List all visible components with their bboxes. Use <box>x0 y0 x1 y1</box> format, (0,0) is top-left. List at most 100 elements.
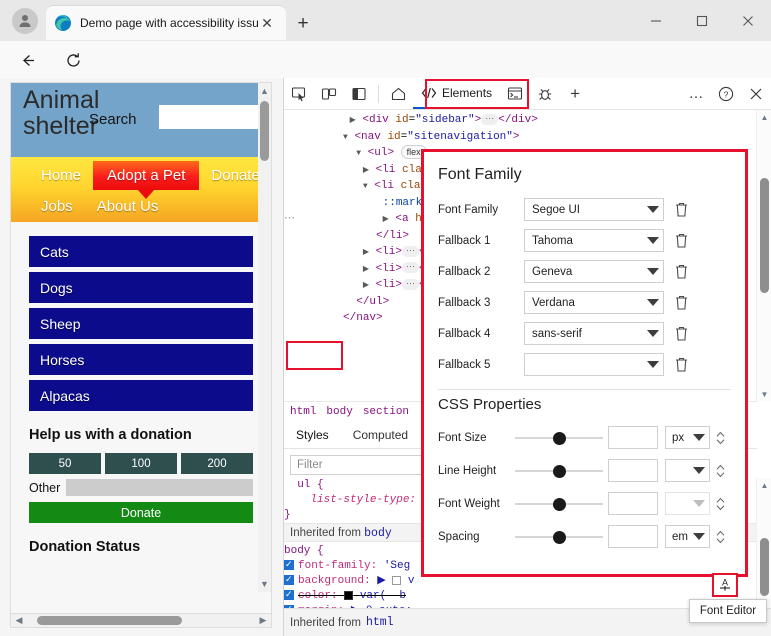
amount-50[interactable]: 50 <box>29 453 101 474</box>
profile-avatar-button[interactable] <box>12 8 38 34</box>
category-dogs[interactable]: Dogs <box>29 272 253 303</box>
fallback-3-select[interactable]: Verdana <box>524 291 664 314</box>
font-weight-input[interactable] <box>608 492 658 515</box>
font-size-unit-select[interactable]: px <box>665 426 710 449</box>
declaration-checkbox[interactable] <box>284 560 294 570</box>
back-button[interactable] <box>14 47 40 73</box>
devtools-close-icon[interactable] <box>741 79 771 109</box>
maximize-button[interactable] <box>679 0 725 41</box>
font-family-select[interactable]: Segoe UI <box>524 198 664 221</box>
font-weight-slider[interactable] <box>515 495 600 513</box>
fallback-2-select[interactable]: Geneva <box>524 260 664 283</box>
chevron-down-icon[interactable] <box>647 299 659 306</box>
scroll-thumb[interactable] <box>260 101 269 161</box>
fallback-1-delete-button[interactable] <box>664 232 698 249</box>
chevron-down-icon[interactable] <box>647 237 659 244</box>
page-horizontal-scrollbar[interactable]: ◀ ▶ <box>10 614 272 628</box>
dom-scroll-down-icon[interactable]: ▼ <box>757 387 771 401</box>
line-height-unit-select[interactable] <box>665 459 710 482</box>
add-tool-button[interactable]: + <box>560 79 590 109</box>
spacing-input[interactable] <box>608 525 658 548</box>
scroll-right-icon[interactable]: ▶ <box>257 615 269 626</box>
debugger-bug-icon[interactable] <box>530 79 560 109</box>
new-tab-button[interactable]: + <box>292 12 314 34</box>
tab-computed[interactable]: Computed <box>341 424 420 446</box>
font-family-delete-button[interactable] <box>664 201 698 218</box>
chevron-down-icon[interactable] <box>647 330 659 337</box>
chevron-down-icon[interactable] <box>693 467 705 474</box>
dom-row-menu-icon[interactable]: ⋯ <box>284 211 310 228</box>
slider-knob[interactable] <box>553 498 566 511</box>
styles-scroll-thumb[interactable] <box>760 538 769 596</box>
browser-tab[interactable]: Demo page with accessibility issu ✕ <box>46 6 286 40</box>
styles-scroll-up-icon[interactable]: ▲ <box>757 478 771 492</box>
category-alpacas[interactable]: Alpacas <box>29 380 253 411</box>
home-icon[interactable] <box>383 79 413 109</box>
devtools-help-icon[interactable]: ? <box>711 79 741 109</box>
fallback-3-delete-button[interactable] <box>664 294 698 311</box>
fallback-5-delete-button[interactable] <box>664 356 698 373</box>
devtools-more-icon[interactable]: … <box>681 79 711 109</box>
nav-link-about-us[interactable]: About Us <box>85 194 171 219</box>
dock-side-icon[interactable] <box>344 79 374 109</box>
amount-200[interactable]: 200 <box>181 453 253 474</box>
slider-knob[interactable] <box>553 465 566 478</box>
declaration-checkbox[interactable] <box>284 590 294 600</box>
chevron-down-icon[interactable] <box>647 206 659 213</box>
font-size-slider[interactable] <box>515 429 600 447</box>
reload-button[interactable] <box>60 47 86 73</box>
category-horses[interactable]: Horses <box>29 344 253 375</box>
color-swatch[interactable] <box>344 591 353 600</box>
chevron-down-icon[interactable] <box>693 533 705 540</box>
breadcrumb-html[interactable]: html <box>290 406 316 418</box>
scroll-left-icon[interactable]: ◀ <box>13 615 25 626</box>
amount-100[interactable]: 100 <box>105 453 177 474</box>
donate-button[interactable]: Donate <box>29 502 253 523</box>
font-editor-toggle-button[interactable]: A <box>712 573 738 597</box>
font-size-stepper[interactable] <box>710 431 731 445</box>
page-vertical-scrollbar[interactable]: ▲ ▼ <box>258 83 271 592</box>
dom-node[interactable]: ▶ <div id="sidebar">⋯</div> <box>284 112 757 129</box>
line-height-slider[interactable] <box>515 462 600 480</box>
font-weight-stepper[interactable] <box>710 497 731 511</box>
dom-tree-scrollbar[interactable]: ▲ ▼ <box>756 110 771 401</box>
minimize-button[interactable] <box>633 0 679 41</box>
breadcrumb-section[interactable]: section <box>363 406 409 418</box>
tab-elements[interactable]: Elements <box>413 79 500 109</box>
scroll-up-icon[interactable]: ▲ <box>259 84 270 98</box>
close-window-button[interactable] <box>725 0 771 41</box>
chevron-down-icon[interactable] <box>647 268 659 275</box>
dom-node[interactable]: ▼ <nav id="sitenavigation"> <box>284 129 757 146</box>
nav-link-adopt-a-pet[interactable]: Adopt a Pet <box>93 161 199 190</box>
tab-styles[interactable]: Styles <box>284 424 341 446</box>
tab-close-icon[interactable]: ✕ <box>258 14 276 32</box>
dom-scroll-thumb[interactable] <box>760 178 769 293</box>
hscroll-thumb[interactable] <box>37 616 182 625</box>
spacing-stepper[interactable] <box>710 530 731 544</box>
category-sheep[interactable]: Sheep <box>29 308 253 339</box>
css-declaration[interactable]: color: var( b <box>284 589 757 604</box>
fallback-1-select[interactable]: Tahoma <box>524 229 664 252</box>
fallback-4-delete-button[interactable] <box>664 325 698 342</box>
spacing-slider[interactable] <box>515 528 600 546</box>
color-swatch[interactable] <box>392 576 401 585</box>
spacing-unit-select[interactable]: em <box>665 525 710 548</box>
line-height-stepper[interactable] <box>710 464 731 478</box>
chevron-down-icon[interactable] <box>647 361 659 368</box>
font-size-input[interactable] <box>608 426 658 449</box>
dom-scroll-up-icon[interactable]: ▲ <box>757 110 771 124</box>
other-amount-input[interactable] <box>66 479 253 496</box>
nav-link-home[interactable]: Home <box>29 163 93 188</box>
breadcrumb-body[interactable]: body <box>326 406 352 418</box>
device-emulation-icon[interactable] <box>314 79 344 109</box>
slider-knob[interactable] <box>553 432 566 445</box>
category-cats[interactable]: Cats <box>29 236 253 267</box>
console-icon[interactable] <box>500 79 530 109</box>
line-height-input[interactable] <box>608 459 658 482</box>
search-input[interactable] <box>159 105 272 129</box>
fallback-5-select[interactable] <box>524 353 664 376</box>
fallback-4-select[interactable]: sans-serif <box>524 322 664 345</box>
declaration-checkbox[interactable] <box>284 575 294 585</box>
nav-link-jobs[interactable]: Jobs <box>29 194 85 219</box>
fallback-2-delete-button[interactable] <box>664 263 698 280</box>
